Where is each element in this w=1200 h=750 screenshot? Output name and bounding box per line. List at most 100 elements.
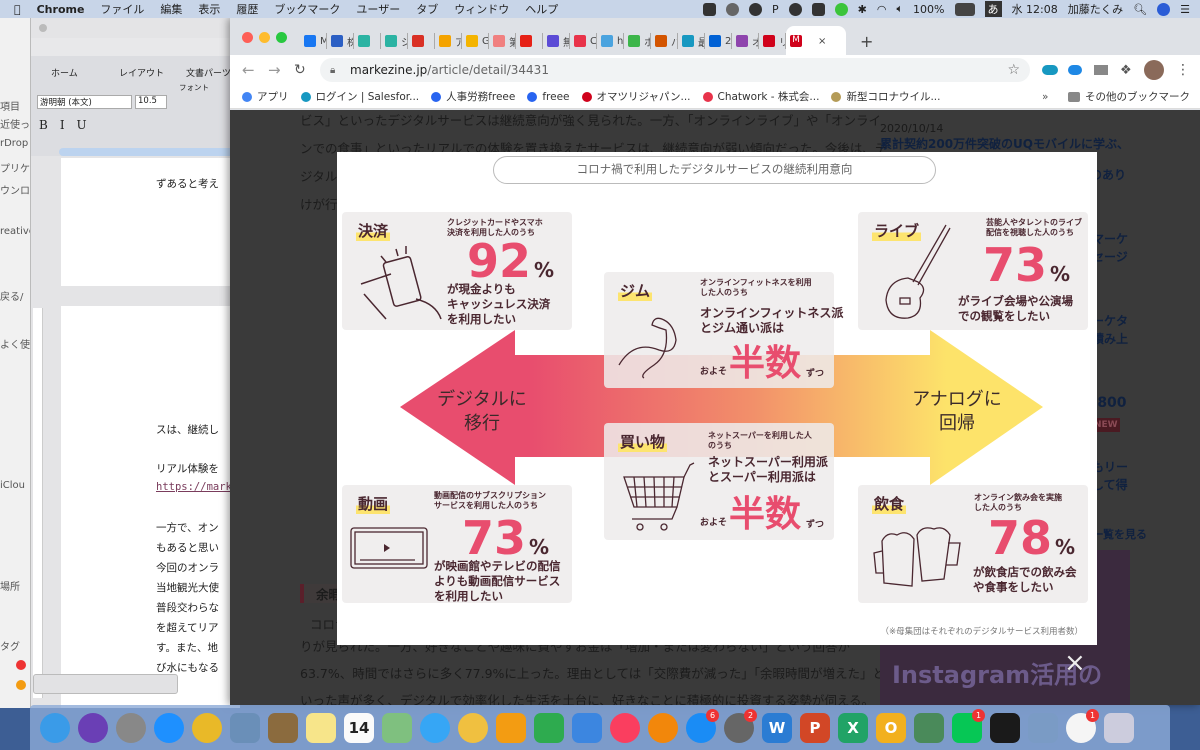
sidebar-article-link[interactable]: セージ bbox=[1092, 250, 1128, 264]
format-buttons[interactable]: BIU bbox=[39, 118, 99, 132]
dock-music-icon[interactable] bbox=[610, 712, 640, 743]
sidebar-article-link[interactable]: 積み上 bbox=[1092, 332, 1128, 346]
menu-help[interactable]: ヘルプ bbox=[525, 1, 558, 17]
profile-avatar[interactable] bbox=[1144, 60, 1164, 80]
drive-extension-icon[interactable] bbox=[1094, 65, 1108, 75]
bookmarks-overflow-icon[interactable]: » bbox=[1042, 91, 1048, 103]
battery-icon[interactable] bbox=[954, 2, 975, 16]
clock[interactable]: 水 12:08 bbox=[1012, 1, 1058, 17]
dock-installer-icon[interactable] bbox=[914, 712, 944, 743]
dock-siri-icon[interactable] bbox=[78, 712, 108, 743]
browser-tab[interactable]: ht bbox=[597, 33, 624, 49]
dock-photos-icon[interactable] bbox=[458, 712, 488, 743]
menu-file[interactable]: ファイル bbox=[100, 1, 144, 17]
address-bar[interactable]: 🔒︎ markezine.jp/article/detail/34431 ☆ bbox=[320, 58, 1030, 82]
menu-history[interactable]: 履歴 bbox=[236, 1, 258, 17]
bookmark-item[interactable]: freee bbox=[527, 91, 570, 103]
tag-orange-icon[interactable] bbox=[16, 680, 26, 690]
menu-view[interactable]: 表示 bbox=[198, 1, 220, 17]
dock-outlook-o-icon[interactable]: O bbox=[876, 712, 906, 743]
sidebar-article-link[interactable]: ーケタ bbox=[1092, 314, 1128, 328]
more-menu-icon[interactable]: ⋮ bbox=[1176, 62, 1190, 78]
forward-icon[interactable]: → bbox=[268, 61, 281, 79]
browser-tab[interactable]: 【 bbox=[354, 33, 381, 49]
dock-pages-icon[interactable] bbox=[496, 712, 526, 743]
browser-tab[interactable]: Ch bbox=[570, 33, 597, 49]
sidebar-article-link[interactable]: して得 bbox=[1092, 478, 1128, 492]
menu-user[interactable]: ユーザー bbox=[356, 1, 400, 17]
browser-tab[interactable]: リ bbox=[759, 33, 786, 49]
bookmark-item[interactable]: オマツリジャパン... bbox=[581, 89, 691, 104]
bookmark-item[interactable]: 人事労務freee bbox=[431, 89, 515, 104]
dock-keynote-icon[interactable] bbox=[572, 712, 602, 743]
back-label[interactable]: 戻る/ bbox=[0, 288, 23, 303]
status-app-icon[interactable] bbox=[702, 2, 716, 16]
reload-icon[interactable]: ↻ bbox=[294, 62, 306, 78]
dock-preview-icon[interactable] bbox=[230, 712, 260, 743]
doc-link[interactable]: https://marke bbox=[156, 481, 238, 493]
browser-tab[interactable]: ホ bbox=[624, 33, 651, 49]
bookmark-item[interactable]: 新型コロナウイル... bbox=[831, 89, 940, 104]
browser-tab[interactable]: 第 bbox=[489, 33, 516, 49]
salesforce-extension-icon[interactable] bbox=[1042, 65, 1058, 75]
browser-tab[interactable]: Gc bbox=[462, 33, 489, 49]
browser-tab[interactable]: オ bbox=[732, 33, 759, 49]
see-list-link[interactable]: 一覧を見る bbox=[1092, 528, 1147, 542]
dock-word-icon[interactable]: W bbox=[762, 712, 792, 743]
sidebar-article-link[interactable]: 累計契約200万件突破のUQモバイルに学ぶ、 bbox=[880, 137, 1129, 151]
sidebar-article-link[interactable]: マーケ bbox=[1092, 232, 1128, 246]
dock-acrobat-icon[interactable] bbox=[990, 712, 1020, 743]
apple-menu-icon[interactable]:  bbox=[14, 3, 21, 16]
zoom-window-button[interactable] bbox=[276, 32, 287, 43]
dock-messages-icon[interactable] bbox=[420, 712, 450, 743]
tab-layout[interactable]: レイアウト bbox=[119, 66, 164, 79]
menu-edit[interactable]: 編集 bbox=[160, 1, 182, 17]
sidebar-item-downloads[interactable]: ウンロ bbox=[0, 182, 30, 197]
bookmark-star-icon[interactable]: ☆ bbox=[1007, 62, 1020, 78]
siri-icon[interactable] bbox=[1157, 2, 1171, 16]
window-close-button[interactable] bbox=[39, 24, 47, 32]
dock-system-preferences-icon[interactable]: 2 bbox=[724, 708, 757, 743]
browser-tab[interactable]: 無 bbox=[543, 33, 570, 49]
sidebar-item-recents[interactable]: 近使っ bbox=[0, 116, 30, 131]
user-name[interactable]: 加藤たくみ bbox=[1068, 1, 1123, 17]
sidebar-item-applications[interactable]: プリケ bbox=[0, 160, 30, 175]
tab-document-parts[interactable]: 文書パーツ bbox=[186, 66, 231, 79]
browser-tab[interactable]: 最 bbox=[678, 33, 705, 49]
new-tab-button[interactable]: + bbox=[860, 32, 873, 51]
menu-window[interactable]: ウィンドウ bbox=[454, 1, 509, 17]
tab-home[interactable]: ホーム bbox=[51, 66, 78, 79]
dock-notebook-icon[interactable] bbox=[268, 712, 298, 743]
back-icon[interactable]: ← bbox=[242, 61, 255, 79]
menu-app-name[interactable]: Chrome bbox=[37, 3, 85, 16]
minimize-window-button[interactable] bbox=[259, 32, 270, 43]
sidebar-item-airdrop[interactable]: rDrop bbox=[0, 138, 28, 149]
sidebar-article-link[interactable]: もリー bbox=[1092, 460, 1128, 474]
browser-tab[interactable]: M bbox=[300, 33, 327, 49]
browser-tab[interactable]: 株 bbox=[327, 33, 354, 49]
dock-powerpoint-icon[interactable]: P bbox=[800, 712, 830, 743]
other-bookmarks[interactable]: その他のブックマーク bbox=[1068, 89, 1190, 104]
volume-icon[interactable]: 🔈︎ bbox=[896, 2, 903, 16]
dock-books-icon[interactable] bbox=[648, 712, 678, 743]
close-window-button[interactable] bbox=[242, 32, 253, 43]
dock-maps-icon[interactable] bbox=[382, 712, 412, 743]
browser-tab[interactable]: 20 bbox=[705, 33, 732, 49]
dock-slack-icon[interactable]: 1 bbox=[1066, 708, 1099, 743]
dock-app-store-icon[interactable]: 6 bbox=[686, 708, 719, 743]
tag-red-icon[interactable] bbox=[16, 660, 26, 670]
menu-bookmarks[interactable]: ブックマーク bbox=[274, 1, 340, 17]
browser-tab[interactable]: バ bbox=[651, 33, 678, 49]
bookmark-item[interactable]: Chatwork - 株式会... bbox=[702, 89, 819, 104]
tab-close-icon[interactable]: × bbox=[818, 36, 826, 47]
dock-calendar-icon[interactable]: 14 bbox=[344, 712, 374, 743]
font-name-select[interactable]: 游明朝 (本文) bbox=[37, 95, 132, 109]
bookmark-item[interactable]: ログイン | Salesfor... bbox=[300, 89, 419, 104]
browser-tab[interactable]: ア bbox=[435, 33, 462, 49]
line-status-icon[interactable] bbox=[834, 2, 848, 16]
font-size-select[interactable]: 10.5 bbox=[135, 95, 167, 109]
dock-excel-icon[interactable]: X bbox=[838, 712, 868, 743]
browser-tab[interactable]: シ bbox=[381, 33, 408, 49]
dock-chrome-icon[interactable] bbox=[192, 712, 222, 743]
status-compass-icon[interactable] bbox=[748, 2, 762, 16]
